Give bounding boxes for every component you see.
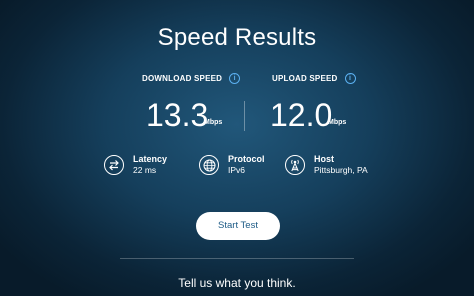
host-label: Host — [314, 154, 334, 164]
speed-divider — [244, 101, 245, 131]
download-speed-label: DOWNLOAD SPEED — [142, 74, 223, 83]
host-value: Pittsburgh, PA — [314, 165, 368, 175]
upload-info-icon[interactable]: i — [344, 73, 356, 84]
host-info: Host Pittsburgh, PA — [285, 154, 368, 176]
latency-label: Latency — [133, 154, 168, 164]
swap-arrows-icon — [104, 155, 124, 175]
start-test-button[interactable]: Start Test — [196, 212, 280, 240]
upload-speed-label: UPLOAD SPEED — [272, 74, 338, 83]
latency-value: 22 ms — [133, 165, 157, 175]
upload-speed-header: UPLOAD SPEED i — [272, 73, 356, 84]
download-info-icon[interactable]: i — [229, 73, 241, 84]
latency-info: Latency 22 ms — [104, 154, 167, 176]
download-speed-unit: Mbps — [204, 119, 223, 126]
protocol-value: IPv6 — [228, 165, 246, 175]
upload-speed-unit: Mbps — [328, 119, 347, 126]
antenna-tower-icon — [285, 155, 305, 175]
download-speed-value: 13.3 — [146, 97, 209, 133]
protocol-info: Protocol IPv6 — [199, 154, 265, 176]
download-speed-header: DOWNLOAD SPEED i — [142, 73, 241, 84]
globe-icon — [199, 155, 219, 175]
protocol-label: Protocol — [228, 154, 265, 164]
feedback-link[interactable]: Tell us what you think. — [0, 276, 474, 290]
upload-speed-value: 12.0 — [270, 97, 333, 133]
page-title: Speed Results — [157, 24, 317, 51]
section-divider — [120, 258, 354, 259]
